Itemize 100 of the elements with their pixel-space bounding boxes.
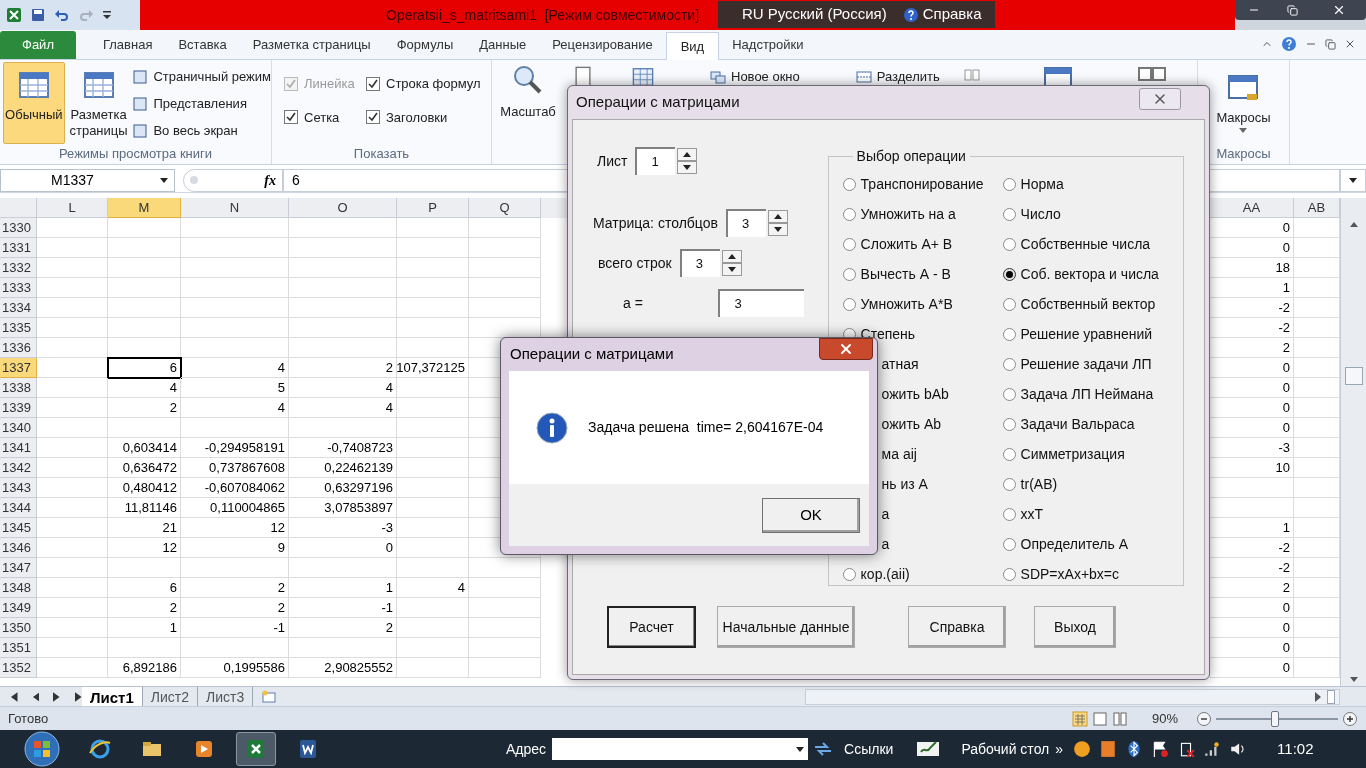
radio-button[interactable] (1002, 567, 1016, 581)
row-header[interactable]: 1330 (0, 218, 37, 238)
ribbon-tab[interactable]: Формулы (383, 31, 467, 59)
spin-up-button[interactable] (677, 148, 698, 161)
close-button[interactable] (819, 338, 873, 360)
spin-down-button[interactable] (677, 161, 698, 174)
row-header[interactable]: 1346 (0, 538, 37, 558)
row-header[interactable]: 1344 (0, 498, 37, 518)
horizontal-scrollbar[interactable] (805, 688, 1340, 705)
insert-function-button[interactable]: fx (264, 169, 276, 191)
input-field[interactable]: 3 (725, 209, 766, 237)
caret-icon[interactable] (1349, 177, 1357, 183)
ribbon-tab[interactable]: Файл (0, 31, 76, 59)
down-arrow-icon[interactable] (727, 267, 736, 272)
row-header[interactable]: 1339 (0, 398, 37, 418)
operation-label[interactable]: Число (1020, 203, 1061, 225)
normal-view-icon[interactable] (1072, 710, 1088, 727)
sheet-nav-icon[interactable] (53, 691, 61, 702)
radio-button[interactable] (1002, 357, 1016, 371)
column-header[interactable]: M (108, 198, 181, 218)
clock[interactable]: 11:02 (1277, 737, 1314, 761)
two-windows-icon[interactable] (1137, 67, 1166, 81)
down-arrow-icon[interactable] (773, 227, 782, 232)
table-icon[interactable] (632, 66, 654, 88)
sheet-nav-icon[interactable] (10, 691, 18, 702)
spin-up-button[interactable] (721, 250, 742, 263)
row-header[interactable]: 1336 (0, 338, 37, 358)
help-link[interactable]: Справка (922, 3, 982, 26)
app-tray-icon[interactable] (1099, 740, 1118, 758)
language-code[interactable]: RU (742, 3, 764, 26)
operation-label[interactable]: Собственный вектор (1020, 293, 1156, 315)
dropdown-icon[interactable] (796, 746, 805, 752)
up-arrow-icon[interactable] (773, 214, 782, 219)
up-arrow-icon[interactable] (727, 254, 736, 259)
row-header[interactable]: 1350 (0, 618, 37, 638)
input-field[interactable]: 3 (679, 249, 720, 277)
spin-down-button[interactable] (767, 223, 788, 236)
dialog-button[interactable]: Расчет (607, 606, 696, 648)
radio-button[interactable] (842, 177, 856, 191)
operation-label[interactable]: Определитель А (1020, 533, 1129, 555)
zoom-level[interactable]: 90% (1152, 708, 1192, 729)
row-header[interactable]: 1332 (0, 258, 37, 278)
expand-formula-button[interactable] (1340, 168, 1366, 192)
operation-label[interactable]: Умножить А*В (860, 293, 953, 315)
language-name[interactable]: Русский (Россия) (767, 3, 887, 26)
radio-button[interactable] (1002, 237, 1016, 251)
dropdown-icon[interactable] (160, 177, 168, 183)
view-option-button[interactable]: Страничный режим (133, 67, 271, 87)
radio-button[interactable] (842, 267, 856, 281)
operation-label[interactable]: xxT (1020, 503, 1044, 525)
radio-button[interactable] (842, 237, 856, 251)
show-checkbox[interactable]: Заголовки (366, 107, 491, 127)
view-option-button[interactable]: Представления (133, 94, 271, 114)
radio-button[interactable] (842, 567, 856, 581)
slider-thumb[interactable] (1270, 710, 1279, 727)
operation-label[interactable]: Решение уравнений (1020, 323, 1153, 345)
row-header[interactable]: 1348 (0, 578, 37, 598)
operation-label[interactable]: Задача ЛП Неймана (1020, 383, 1154, 405)
radio-button[interactable] (842, 297, 856, 311)
row-header[interactable]: 1347 (0, 558, 37, 578)
view-mode-button[interactable]: Обычный (3, 62, 65, 144)
row-header[interactable]: 1342 (0, 458, 37, 478)
taskbar-button[interactable] (236, 732, 276, 766)
spin-up-button[interactable] (767, 210, 788, 223)
vertical-scrollbar[interactable] (1340, 198, 1366, 686)
dialog-button[interactable]: Справка (908, 606, 1006, 648)
row-header[interactable]: 1340 (0, 418, 37, 438)
operation-label[interactable]: Умножить на а (860, 203, 956, 225)
close-icon[interactable] (1344, 38, 1356, 50)
handle-icon[interactable] (190, 176, 198, 184)
address-field[interactable] (552, 738, 809, 760)
dialog-button[interactable]: Выход (1034, 606, 1116, 648)
save-icon[interactable] (30, 7, 46, 23)
up-arrow-icon[interactable] (683, 152, 692, 157)
operation-label[interactable]: Вычесть А - В (860, 263, 951, 285)
split-button[interactable]: Разделить (855, 67, 940, 87)
zoom-slider[interactable] (1216, 710, 1338, 727)
operation-label[interactable]: Симметризация (1020, 443, 1125, 465)
column-header[interactable]: O (289, 198, 397, 218)
row-header[interactable]: 1331 (0, 238, 37, 258)
ok-button[interactable]: OK (762, 497, 860, 533)
radio-button[interactable] (1002, 267, 1016, 281)
ribbon-tab[interactable]: Надстройки (719, 31, 817, 59)
ribbon-tab[interactable]: Данные (466, 31, 540, 59)
ribbon-tab[interactable]: Разметка страницы (239, 31, 384, 59)
column-header[interactable]: Q (469, 198, 541, 218)
excel-icon[interactable] (6, 7, 22, 23)
ribbon-tab[interactable]: Вставка (165, 31, 240, 59)
operation-label[interactable]: Сложить А+ В (860, 233, 953, 255)
radio-button[interactable] (1002, 297, 1016, 311)
ribbon-tab[interactable]: Рецензирование (539, 31, 666, 59)
links-toolbar[interactable]: Ссылки (844, 738, 894, 760)
network-icon[interactable] (1203, 740, 1222, 758)
name-box[interactable]: M1337 (0, 168, 175, 192)
zoom-in-icon[interactable] (1342, 710, 1358, 727)
scroll-right-icon[interactable] (1315, 691, 1321, 702)
show-checkbox[interactable]: Сетка (284, 107, 366, 127)
column-header[interactable]: P (397, 198, 469, 218)
radio-button[interactable] (1002, 417, 1016, 431)
row-header[interactable]: 1343 (0, 478, 37, 498)
